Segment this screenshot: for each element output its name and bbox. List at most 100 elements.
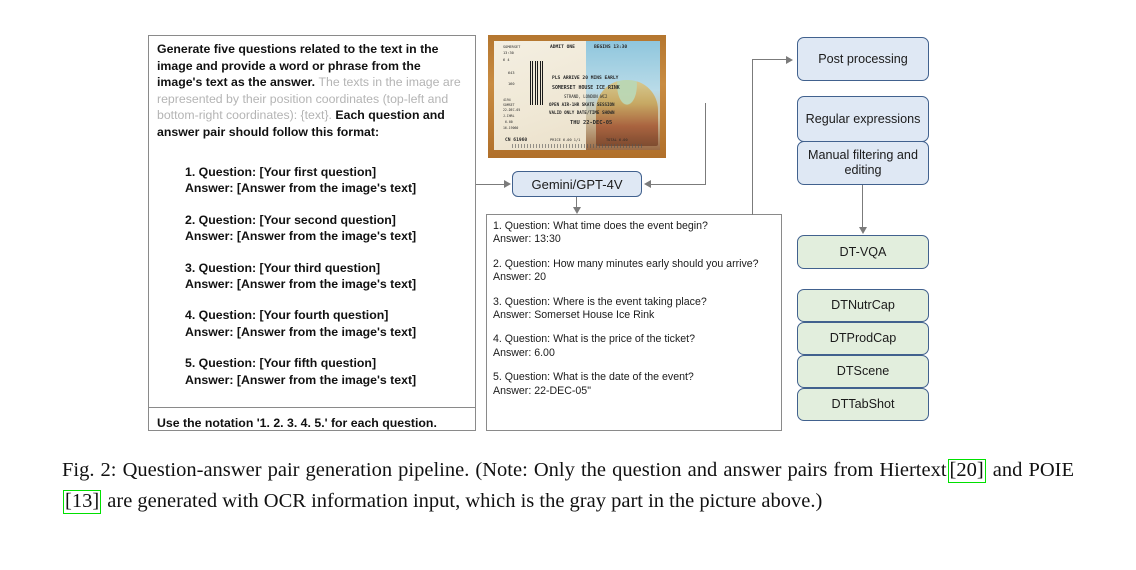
template-question: 3. Question: [Your third question] [185, 260, 381, 275]
ticket-line-date: THU 22-DEC-05 [570, 120, 613, 126]
pipeline-box-manual-filtering[interactable]: Manual filtering and editing [797, 141, 929, 185]
ticket-stub-line: 643 [508, 71, 515, 75]
pipeline-box-post-processing[interactable]: Post processing [797, 37, 929, 81]
dataset-box-dtscene-label: DTScene [836, 364, 890, 378]
caption-reference-13[interactable]: [13] [63, 490, 102, 514]
ticket-stub-line: SOMERSET [503, 45, 521, 49]
connector-output-vertical [752, 59, 754, 215]
pipeline-box-post-processing-label: Post processing [818, 51, 908, 66]
connector-output-to-post-processing [752, 59, 787, 61]
connector-prompt-to-model [476, 183, 506, 185]
figure-diagram: Generate five questions related to the t… [0, 0, 1136, 448]
prompt-divider [149, 407, 475, 408]
ticket-stub-line: 6 4 [503, 58, 510, 62]
output-answer: Answer: 22-DEC-05" [493, 384, 591, 397]
template-question: 1. Question: [Your first question] [185, 165, 377, 179]
ticket-stub-line: 22-DEC-05 [503, 108, 521, 112]
dataset-box-dtprodcap[interactable]: DTProdCap [797, 322, 929, 355]
prompt-footer-text: Use the notation '1. 2. 3. 4. 5.' for ea… [157, 416, 437, 430]
output-pair: 3. Question: Where is the event taking p… [493, 296, 781, 323]
ticket-paper: SOMERSET 13:30 6 4 643 160 4194 SOMSET 2… [494, 41, 660, 150]
barcode-icon [530, 61, 543, 105]
output-question: 3. Question: Where is the event taking p… [493, 295, 707, 308]
dataset-box-dt-vqa[interactable]: DT-VQA [797, 235, 929, 269]
arrowhead-output-to-post-processing [786, 55, 793, 64]
output-pair: 5. Question: What is the date of the eve… [493, 371, 781, 398]
dataset-box-dttabshot[interactable]: DTTabShot [797, 388, 929, 421]
template-pair: 2. Question: [Your second question] Answ… [185, 212, 475, 245]
pipeline-box-regular-expressions[interactable]: Regular expressions [797, 96, 929, 142]
prompt-template-list: 1. Question: [Your first question] Answe… [185, 164, 475, 403]
ticket-stub-line: J-IHRL [503, 114, 515, 118]
template-answer: Answer: [Answer from the image's text] [185, 277, 417, 292]
caption-part-3: are generated with OCR information input… [107, 490, 823, 512]
template-answer: Answer: [Answer from the image's text] [185, 372, 417, 387]
ticket-stub-line: 160 [508, 82, 515, 86]
prompt-intro-text: Generate five questions related to the t… [157, 41, 467, 141]
ticket-stub-line: CN 61960 [505, 138, 528, 143]
output-answer: Answer: Somerset House Ice Rink [493, 309, 655, 322]
pipeline-box-regular-expressions-label: Regular expressions [805, 111, 921, 126]
ticket-line-venue: SOMERSET HOUSE ICE RINK [552, 85, 620, 91]
output-answer: Answer: 6.00 [493, 346, 555, 359]
dataset-box-dtnutrcap-label: DTNutrCap [831, 298, 895, 312]
ticket-stub-line: 16-19060 [503, 126, 519, 130]
template-pair: 3. Question: [Your third question] Answe… [185, 260, 475, 293]
template-pair: 1. Question: [Your first question] Answe… [185, 164, 475, 197]
template-question: 5. Question: [Your fifth question] [185, 356, 377, 371]
template-pair: 5. Question: [Your fifth question] Answe… [185, 355, 475, 388]
dataset-box-dtscene[interactable]: DTScene [797, 355, 929, 388]
ticket-line-valid: VALID ONLY DATE/TIME SHOWN [549, 110, 615, 115]
template-pair: 4. Question: [Your fourth question] Answ… [185, 307, 475, 340]
output-question: 1. Question: What time does the event be… [493, 220, 708, 232]
ticket-line-admit: ADMIT ONE [550, 45, 575, 50]
prompt-box: Generate five questions related to the t… [148, 35, 476, 431]
caption-label: Fig. 2: [62, 459, 117, 481]
template-question: 4. Question: [Your fourth question] [185, 308, 389, 323]
ticket-photo: SOMERSET 13:30 6 4 643 160 4194 SOMSET 2… [488, 35, 666, 158]
template-answer: Answer: [Answer from the image's text] [185, 229, 417, 244]
output-question: 2. Question: How many minutes early shou… [493, 257, 759, 270]
template-answer: Answer: [Answer from the image's text] [185, 181, 417, 196]
dataset-box-dt-vqa-label: DT-VQA [839, 244, 887, 259]
connector-pipeline-to-datasets [862, 185, 864, 228]
arrowhead-pipeline-to-datasets [859, 227, 867, 234]
ticket-line-begins: BEGINS 13:30 [594, 45, 628, 50]
ticket-footer-strip [512, 144, 642, 148]
output-box: 1. Question: What time does the event be… [486, 214, 782, 431]
output-qa-list: 1. Question: What time does the event be… [493, 220, 781, 409]
dataset-box-dtprodcap-label: DTProdCap [829, 331, 897, 345]
output-pair: 2. Question: How many minutes early shou… [493, 258, 781, 285]
caption-part-2: and POIE [992, 459, 1075, 481]
output-answer: Answer: 20 [493, 271, 546, 284]
ticket-line-address: STRAND, LONDON WC2 [564, 94, 608, 99]
template-question: 2. Question: [Your second question] [185, 212, 396, 227]
ticket-line-total: TOTAL 6.00 [606, 138, 628, 142]
ticket-stub-line: 4194 [503, 98, 511, 102]
ticket-line-price: PRICE 6.00 1/1 [550, 138, 581, 142]
arrowhead-ticket-to-model [644, 180, 651, 188]
ticket-stub-line: 13:30 [503, 51, 514, 55]
arrowhead-prompt-to-model [504, 180, 511, 188]
connector-ticket-vertical [705, 103, 707, 184]
output-pair: 1. Question: What time does the event be… [493, 220, 781, 247]
dataset-box-dttabshot-label: DTTabShot [831, 397, 895, 411]
model-label: Gemini/GPT-4V [531, 176, 623, 192]
ticket-line-session: OPEN AIR-1HR SKATE SESSION [549, 102, 615, 107]
model-box[interactable]: Gemini/GPT-4V [512, 171, 642, 197]
caption-part-1: Question-answer pair generation pipeline… [122, 459, 947, 481]
pipeline-box-manual-filtering-label: Manual filtering and editing [808, 148, 918, 177]
arrowhead-model-to-output [573, 207, 581, 214]
dataset-box-dtnutrcap[interactable]: DTNutrCap [797, 289, 929, 322]
caption-reference-20[interactable]: [20] [947, 459, 986, 483]
output-answer: Answer: 13:30 [493, 233, 561, 246]
figure-caption: Fig. 2: Question-answer pair generation … [62, 455, 1074, 517]
template-answer: Answer: [Answer from the image's text] [185, 324, 417, 339]
output-question: 5. Question: What is the date of the eve… [493, 371, 694, 384]
ticket-stub-line: SOMSET [503, 103, 515, 107]
ticket-stub-line: 6.00 [505, 120, 513, 124]
output-question: 4. Question: What is the price of the ti… [493, 333, 695, 346]
ticket-line-arrive: PLS ARRIVE 20 MINS EARLY [552, 76, 619, 81]
output-pair: 4. Question: What is the price of the ti… [493, 333, 781, 360]
connector-ticket-to-model [650, 183, 706, 185]
